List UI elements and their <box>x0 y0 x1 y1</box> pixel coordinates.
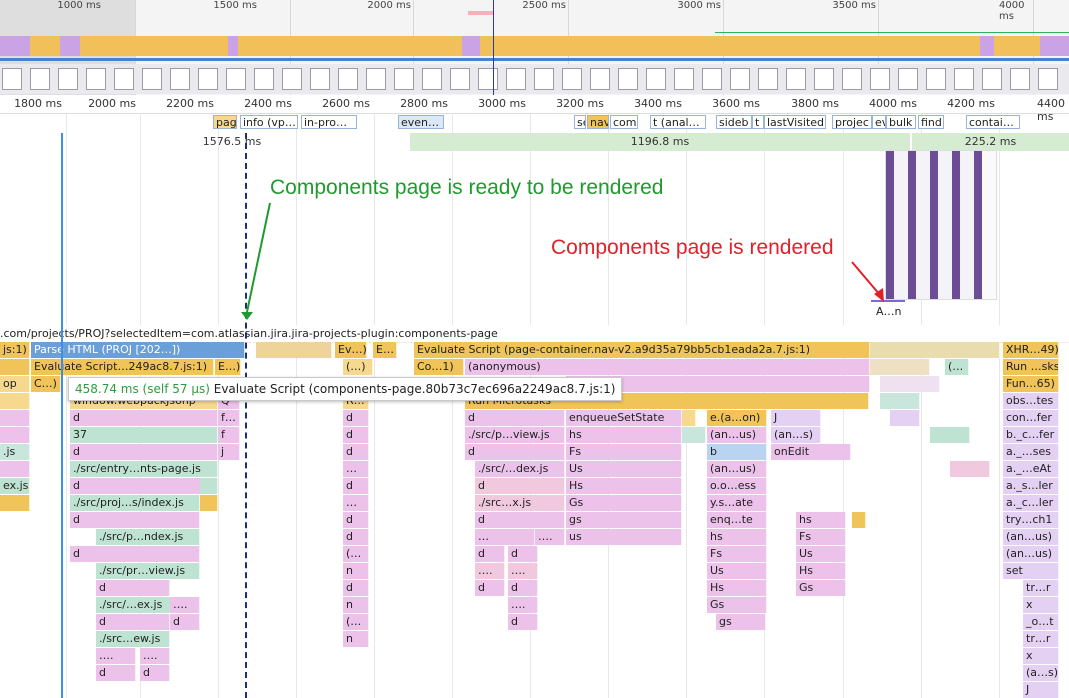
rendered-arrow-line <box>851 261 881 296</box>
ready-arrow-line <box>246 202 271 313</box>
ready-arrow-head <box>241 312 253 320</box>
annotation-arrows <box>241 202 884 320</box>
